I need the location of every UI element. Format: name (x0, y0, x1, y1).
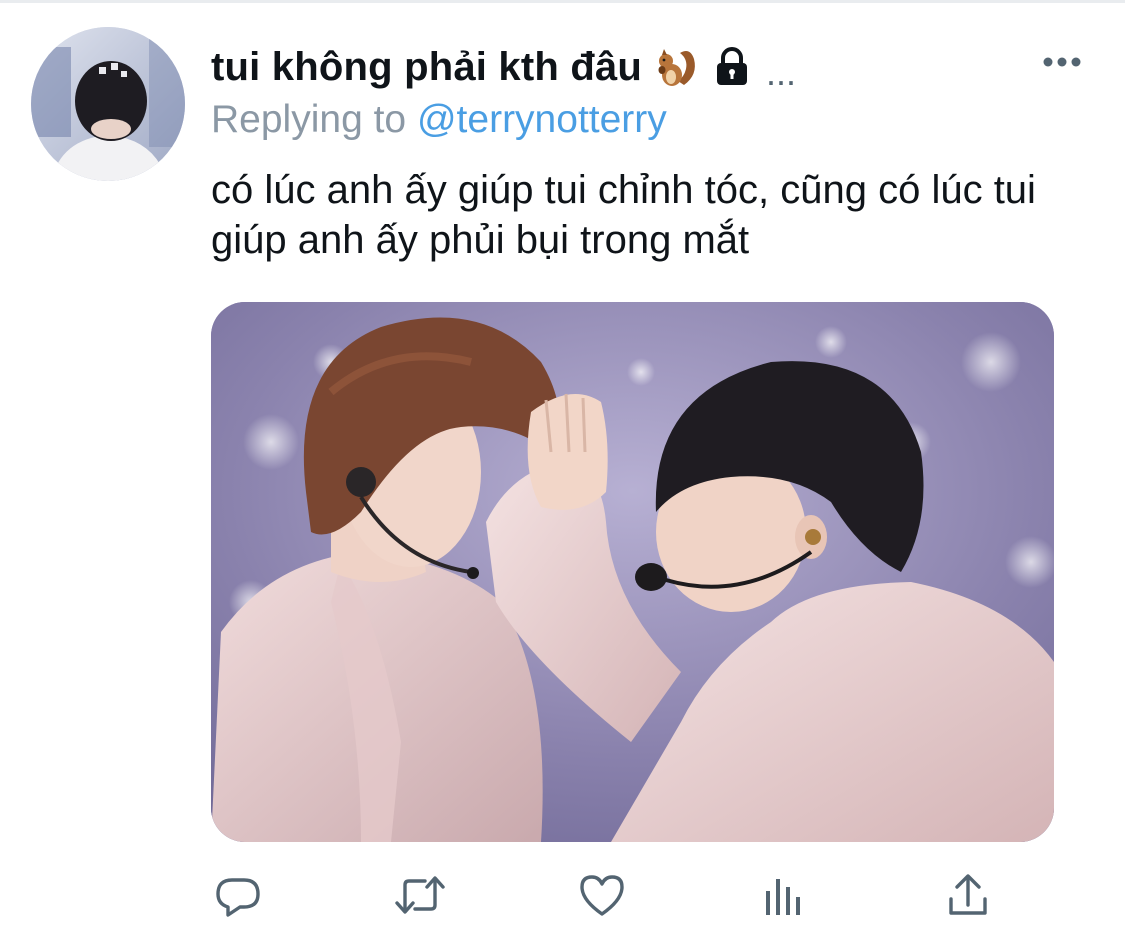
share-button[interactable] (941, 868, 995, 922)
like-icon (580, 875, 624, 916)
retweet-icon (395, 876, 445, 914)
display-name[interactable]: tui không phải kth đâu (211, 45, 642, 90)
analytics-button[interactable] (757, 868, 811, 922)
reply-icon (216, 878, 260, 917)
share-icon (949, 874, 987, 915)
reply-prefix: Replying to (211, 98, 407, 141)
like-button[interactable] (575, 868, 629, 922)
reply-button[interactable] (211, 868, 265, 922)
tweet-header: tui không phải kth đâu ... (211, 40, 991, 94)
retweet-button[interactable] (393, 868, 447, 922)
squirrel-icon (654, 45, 698, 89)
tweet-actions (211, 868, 1011, 922)
replying-to: Replying to @terrynotterry (211, 98, 667, 142)
avatar[interactable] (31, 27, 185, 181)
more-icon (1043, 57, 1081, 67)
lock-icon (712, 45, 752, 89)
tweet-photo[interactable] (211, 302, 1054, 842)
top-divider (0, 0, 1125, 3)
name-truncation: ... (766, 52, 797, 93)
reply-handle-link[interactable]: @terrynotterry (417, 98, 667, 141)
analytics-icon (766, 879, 800, 915)
more-options-button[interactable] (1040, 44, 1084, 80)
tweet-text: có lúc anh ấy giúp tui chỉnh tóc, cũng c… (211, 168, 1036, 262)
